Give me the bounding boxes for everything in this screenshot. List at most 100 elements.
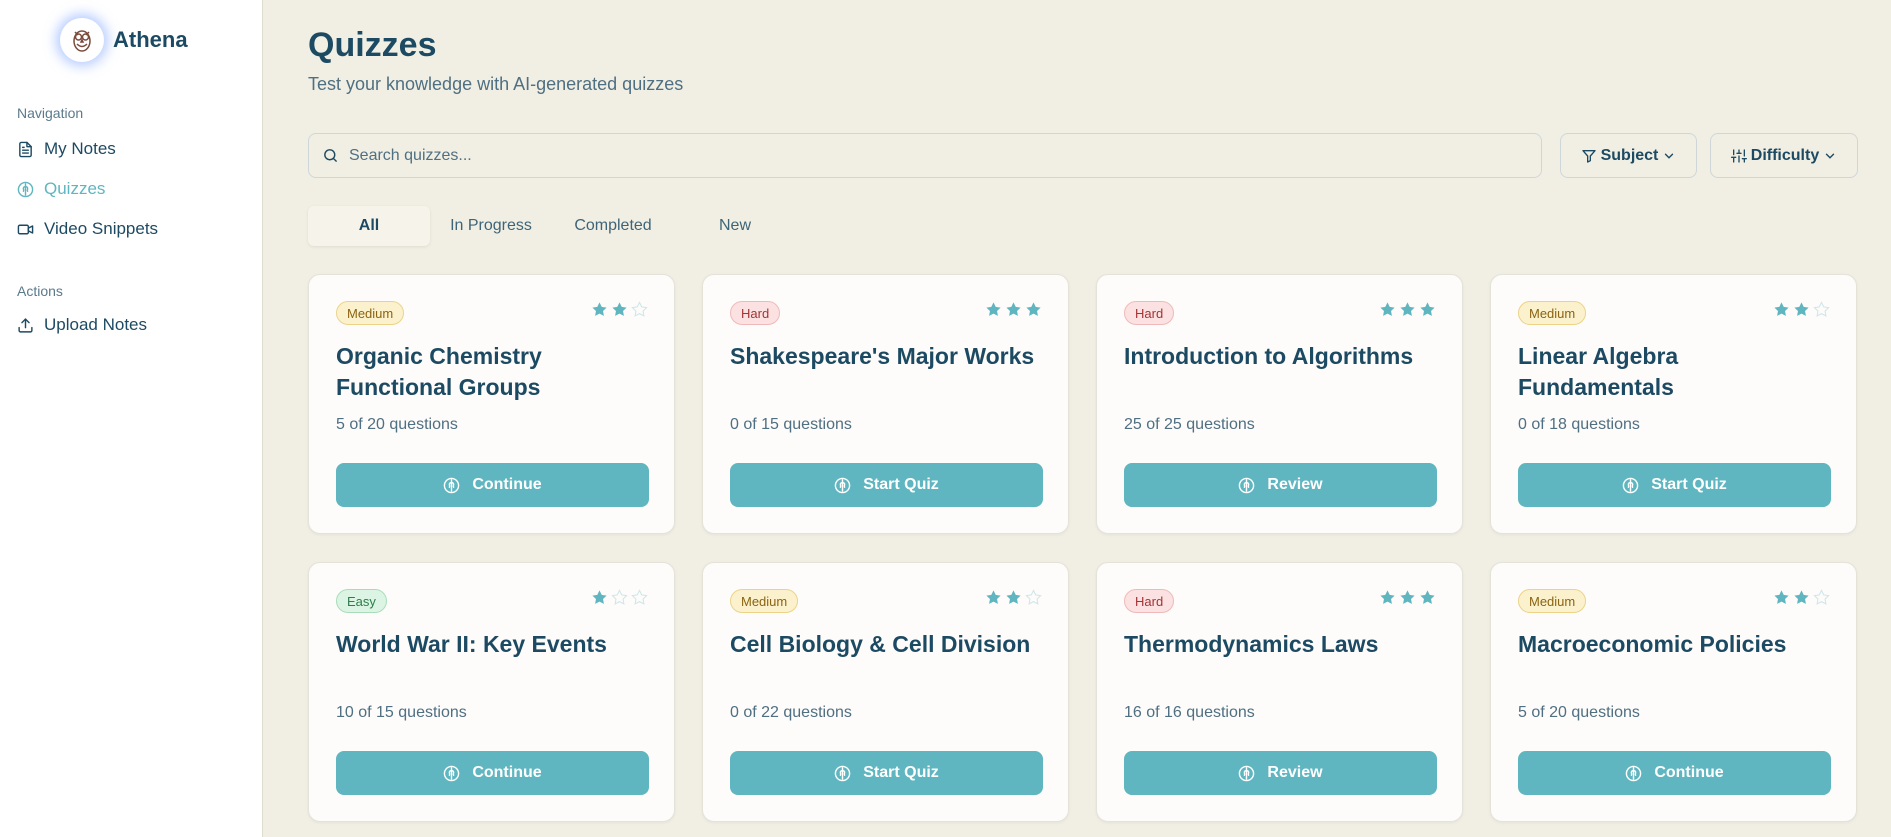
brand-name: Athena <box>113 27 188 52</box>
quiz-title: Cell Biology & Cell Division <box>730 631 1031 657</box>
quiz-action-button[interactable]: Start Quiz <box>730 751 1043 795</box>
star-filled-icon <box>1790 589 1810 606</box>
difficulty-badge: Easy <box>336 589 387 613</box>
difficulty-stars <box>588 301 648 318</box>
star-filled-icon <box>1396 589 1416 606</box>
brain-icon <box>1238 477 1255 494</box>
quiz-action-button[interactable]: Review <box>1124 751 1437 795</box>
quiz-title: Organic Chemistry Functional Groups <box>336 343 542 400</box>
star-filled-icon <box>1376 589 1396 606</box>
sidebar-item-quizzes[interactable]: Quizzes <box>17 177 105 201</box>
quiz-action-button[interactable]: Continue <box>1518 751 1831 795</box>
quiz-action-label: Review <box>1267 476 1323 493</box>
difficulty-filter-label: Difficulty <box>1750 146 1820 164</box>
difficulty-filter-button[interactable]: Difficulty <box>1710 133 1858 178</box>
quiz-card[interactable]: Hard Thermodynamics Laws 16 of 16 question… <box>1096 562 1463 822</box>
difficulty-stars <box>1376 301 1436 318</box>
quiz-title: Introduction to Algorithms <box>1124 343 1414 369</box>
brain-icon <box>1622 477 1639 494</box>
star-filled-icon <box>1396 301 1416 318</box>
star-filled-icon <box>1416 589 1436 606</box>
subject-filter-button[interactable]: Subject <box>1560 133 1697 178</box>
sidebar-item-label: Upload Notes <box>44 315 148 334</box>
nav-section-label: Navigation <box>17 105 84 121</box>
difficulty-badge: Hard <box>1124 301 1175 325</box>
quiz-card[interactable]: Medium Cell Biology & Cell Division 0 of 2… <box>702 562 1069 822</box>
sidebar-item-upload-notes[interactable]: Upload Notes <box>17 313 147 337</box>
document-icon <box>17 140 35 158</box>
quiz-progress: 0 of 18 questions <box>1518 416 1640 433</box>
sidebar-item-video-snippets[interactable]: Video Snippets <box>17 217 158 241</box>
owl-logo-icon <box>60 18 104 62</box>
difficulty-stars <box>1770 589 1830 606</box>
brain-icon <box>1625 765 1642 782</box>
difficulty-badge: Medium <box>730 589 799 613</box>
quiz-action-label: Start Quiz <box>1651 476 1727 493</box>
quiz-tabs: All In Progress Completed New <box>308 206 796 246</box>
quiz-action-button[interactable]: Review <box>1124 463 1437 507</box>
star-filled-icon <box>1770 589 1790 606</box>
difficulty-stars <box>1376 589 1436 606</box>
quiz-progress: 10 of 15 questions <box>336 704 467 721</box>
star-filled-icon <box>982 589 1002 606</box>
quiz-card[interactable]: Easy World War II: Key Events 10 of 15 que… <box>308 562 675 822</box>
search-box <box>308 133 1542 178</box>
star-filled-icon <box>588 301 608 318</box>
quiz-title: Thermodynamics Laws <box>1124 631 1379 657</box>
quiz-title: Shakespeare's Major Works <box>730 343 1035 369</box>
quiz-action-label: Start Quiz <box>863 476 939 493</box>
brain-icon <box>443 477 460 494</box>
sliders-icon <box>1727 148 1751 164</box>
difficulty-badge: Medium <box>1518 301 1587 325</box>
star-empty-icon <box>1022 589 1042 606</box>
quiz-action-button[interactable]: Continue <box>336 751 649 795</box>
quiz-action-button[interactable]: Start Quiz <box>1518 463 1831 507</box>
quiz-card[interactable]: Medium Linear Algebra Fundamentals 0 of 18… <box>1490 274 1857 534</box>
brain-icon <box>443 765 460 782</box>
brain-icon <box>834 765 851 782</box>
quiz-progress: 0 of 22 questions <box>730 704 852 721</box>
quiz-action-label: Continue <box>472 764 542 781</box>
star-filled-icon <box>1002 589 1022 606</box>
difficulty-badge: Hard <box>1124 589 1175 613</box>
quiz-action-label: Review <box>1267 764 1323 781</box>
filter-icon <box>1577 148 1601 164</box>
tab-completed[interactable]: Completed <box>552 206 674 246</box>
sidebar-item-my-notes[interactable]: My Notes <box>17 137 116 161</box>
difficulty-badge: Hard <box>730 301 781 325</box>
search-icon <box>322 147 339 164</box>
quiz-card[interactable]: Medium Macroeconomic Policies 5 of 20 ques… <box>1490 562 1857 822</box>
star-filled-icon <box>1376 301 1396 318</box>
tab-in-progress[interactable]: In Progress <box>430 206 552 246</box>
quiz-title: World War II: Key Events <box>336 631 607 657</box>
quiz-card[interactable]: Hard Introduction to Algorithms 25 of 25 q… <box>1096 274 1463 534</box>
tab-all[interactable]: All <box>308 206 430 246</box>
page-subtitle: Test your knowledge with AI-generated qu… <box>308 74 684 94</box>
quiz-title: Macroeconomic Policies <box>1518 631 1787 657</box>
quiz-progress: 5 of 20 questions <box>1518 704 1640 721</box>
quiz-action-button[interactable]: Start Quiz <box>730 463 1043 507</box>
brain-icon <box>834 477 851 494</box>
difficulty-stars <box>588 589 648 606</box>
sidebar-item-label: My Notes <box>44 139 116 158</box>
star-filled-icon <box>588 589 608 606</box>
quiz-card[interactable]: Medium Organic Chemistry Functional Group… <box>308 274 675 534</box>
subject-filter-label: Subject <box>1600 146 1659 164</box>
quiz-card[interactable]: Hard Shakespeare's Major Works 0 of 15 que… <box>702 274 1069 534</box>
star-filled-icon <box>608 301 628 318</box>
difficulty-badge: Medium <box>1518 589 1587 613</box>
brain-icon <box>17 180 35 198</box>
star-empty-icon <box>608 589 628 606</box>
quiz-action-button[interactable]: Continue <box>336 463 649 507</box>
upload-icon <box>17 316 35 334</box>
chevron-down-icon <box>1658 149 1680 163</box>
difficulty-stars <box>982 301 1042 318</box>
chevron-down-icon <box>1819 149 1841 163</box>
brand[interactable]: Athena <box>60 18 188 62</box>
search-input[interactable] <box>349 146 1499 165</box>
star-empty-icon <box>628 589 648 606</box>
tab-new[interactable]: New <box>674 206 796 246</box>
sidebar-item-label: Video Snippets <box>44 219 159 238</box>
quiz-progress: 25 of 25 questions <box>1124 416 1255 433</box>
star-filled-icon <box>982 301 1002 318</box>
